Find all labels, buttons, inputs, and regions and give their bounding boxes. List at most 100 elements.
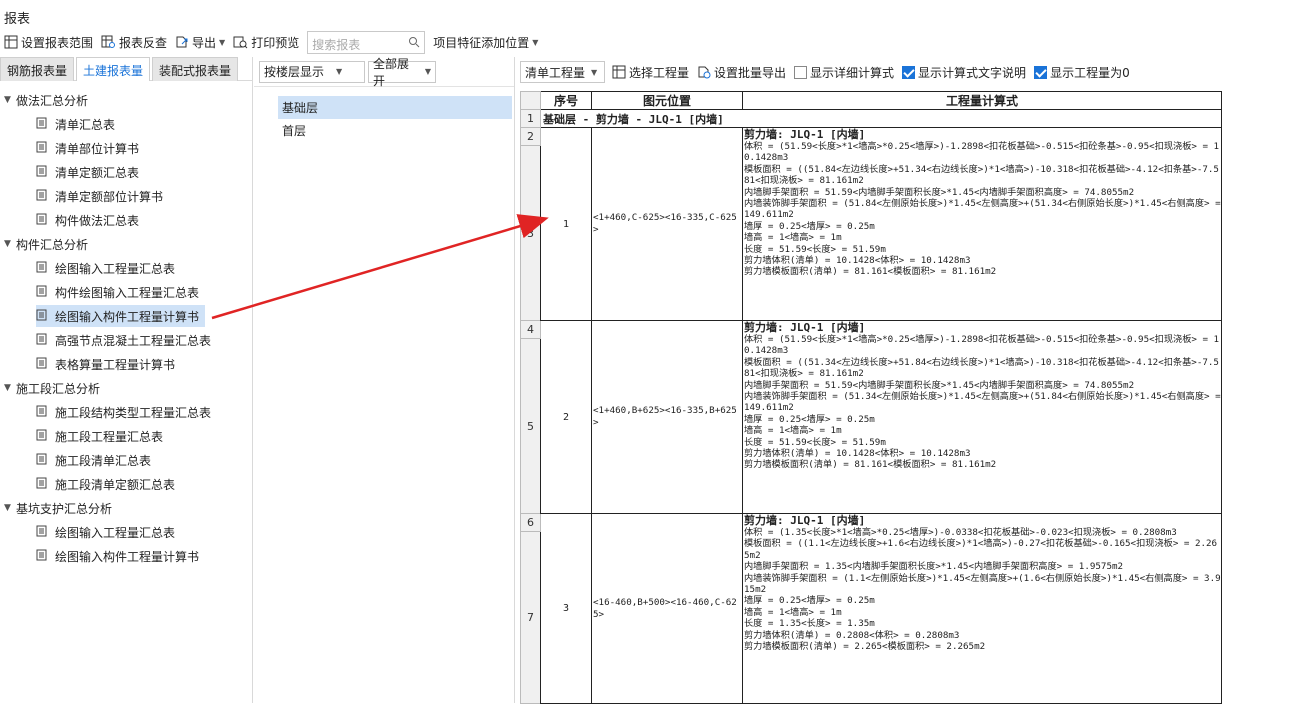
formula-line: 内墙装饰脚手架面积 = (51.34<左侧原始长度>)*1.45<左侧高度>+(… bbox=[744, 391, 1221, 414]
col-header-position: 图元位置 bbox=[591, 91, 743, 110]
tree-item-report[interactable]: 绘图输入工程量汇总表 bbox=[36, 257, 175, 279]
seq-cell[interactable]: 2 bbox=[540, 320, 592, 514]
tab-rebar-report[interactable]: 钢筋报表量 bbox=[0, 57, 75, 81]
main-toolbar: 设置报表范围 报表反查 导出 ▼ 打印预览 搜索报表 项目特征添加位置 ▼ bbox=[0, 29, 1311, 55]
tree-group[interactable]: ▼ 施工段汇总分析 bbox=[4, 377, 100, 399]
floor-mode-select[interactable]: 按楼层显示 ▼ bbox=[259, 60, 365, 83]
grid-icon bbox=[4, 35, 18, 49]
formula-cell[interactable]: 剪力墙: JLQ-1 [内墙] 体积 = (1.35<长度>*1<墙高>*0.25… bbox=[742, 513, 1222, 704]
formula-line: 剪力墙模板面积(清单) = 81.161<模板面积> = 81.161m2 bbox=[744, 459, 997, 471]
position-cell[interactable]: <1+460,B+625><16-335,B+625> bbox=[591, 320, 743, 514]
report-grid[interactable]: 序号 图元位置 工程量计算式 1 基础层 - 剪力墙 - JLQ-1 [内墙] … bbox=[520, 91, 1222, 704]
print-preview-button[interactable]: 打印预览 bbox=[229, 30, 303, 54]
chevron-down-icon: ▼ bbox=[336, 67, 343, 76]
chevron-down-icon: ▼ bbox=[219, 37, 226, 47]
print-preview-icon bbox=[233, 36, 248, 49]
chevron-down-icon: ▼ bbox=[532, 37, 539, 47]
tree-item-report[interactable]: 施工段工程量汇总表 bbox=[36, 425, 163, 447]
formula-line: 剪力墙体积(清单) = 10.1428<体积> = 10.1428m3 bbox=[744, 448, 971, 460]
chevron-down-icon: ▼ bbox=[424, 67, 431, 76]
show-zero-qty-checkbox[interactable]: 显示工程量为0 bbox=[1030, 60, 1134, 84]
show-detail-formula-checkbox[interactable]: 显示详细计算式 bbox=[790, 60, 898, 84]
report-doc-icon bbox=[36, 453, 47, 468]
tree-item-report[interactable]: 施工段清单汇总表 bbox=[36, 449, 151, 471]
caret-down-icon: ▼ bbox=[4, 383, 11, 393]
formula-line: 长度 = 51.59<长度> = 51.59m bbox=[744, 243, 886, 255]
formula-line: 剪力墙体积(清单) = 0.2808<体积> = 0.2808m3 bbox=[744, 629, 960, 641]
formula-line: 内墙脚手架面积 = 51.59<内墙脚手架面积长度>*1.45<内墙脚手架面积高… bbox=[744, 379, 1135, 391]
report-nav-panel: 钢筋报表量 土建报表量 装配式报表量 ▼ 做法汇总分析 清单汇总表 清单部位计算书 清单… bbox=[0, 57, 253, 703]
floor-item-foundation[interactable]: 基础层 bbox=[278, 96, 512, 119]
export-button[interactable]: 导出 ▼ bbox=[171, 30, 229, 54]
search-icon bbox=[409, 36, 420, 47]
formula-line: 内墙装饰脚手架面积 = (51.84<左侧原始长度>)*1.45<左侧高度>+(… bbox=[744, 198, 1221, 221]
seq-cell[interactable]: 1 bbox=[540, 127, 592, 321]
report-view-panel: 清单工程量 ▼ 选择工程量 设置批量导出 显示详细计算式 显示计算式文字说明 显示… bbox=[516, 57, 1311, 704]
set-report-range-button[interactable]: 设置报表范围 bbox=[0, 30, 97, 54]
floor-toolbar: 按楼层显示 ▼ 全部展开 ▼ bbox=[254, 57, 514, 88]
qty-type-select[interactable]: 清单工程量 ▼ bbox=[520, 61, 605, 83]
report-doc-icon bbox=[36, 261, 47, 276]
floor-list: 基础层 首层 bbox=[278, 96, 512, 142]
tree-group[interactable]: ▼ 基坑支护汇总分析 bbox=[4, 497, 112, 519]
tree-item-report[interactable]: 绘图输入构件工程量计算书 bbox=[36, 545, 199, 567]
batch-export-button[interactable]: 设置批量导出 bbox=[693, 60, 790, 84]
formula-line: 内墙脚手架面积 = 1.35<内墙脚手架面积长度>*1.45<内墙脚手架面积高度… bbox=[744, 561, 1124, 573]
report-doc-icon bbox=[36, 333, 47, 348]
formula-line: 体积 = (51.59<长度>*1<墙高>*0.25<墙厚>)-1.2898<扣… bbox=[744, 334, 1220, 357]
seq-cell[interactable]: 3 bbox=[540, 513, 592, 704]
formula-line: 墙高 = 1<墙高> = 1m bbox=[744, 606, 842, 618]
reverse-check-button[interactable]: 报表反查 bbox=[97, 30, 171, 54]
row-header-corner bbox=[520, 91, 541, 110]
tree-item-report[interactable]: 构件绘图输入工程量汇总表 bbox=[36, 281, 199, 303]
tree-item-report[interactable]: 绘图输入构件工程量计算书 bbox=[36, 305, 206, 327]
tree-item-report[interactable]: 表格算量工程量计算书 bbox=[36, 353, 175, 375]
tab-civil-report[interactable]: 土建报表量 bbox=[76, 57, 151, 81]
formula-line: 墙高 = 1<墙高> = 1m bbox=[744, 232, 842, 244]
formula-cell[interactable]: 剪力墙: JLQ-1 [内墙] 体积 = (51.59<长度>*1<墙高>*0.2… bbox=[742, 320, 1222, 514]
tree-item-report[interactable]: 清单定额部位计算书 bbox=[36, 185, 163, 207]
tree-item-report[interactable]: 清单部位计算书 bbox=[36, 137, 139, 159]
formula-line: 墙厚 = 0.25<墙厚> = 0.25m bbox=[744, 220, 875, 232]
position-cell[interactable]: <16-460,B+500><16-460,C-625> bbox=[591, 513, 743, 704]
expand-mode-select[interactable]: 全部展开 ▼ bbox=[368, 57, 436, 88]
col-header-formula: 工程量计算式 bbox=[742, 91, 1222, 110]
report-doc-icon bbox=[36, 549, 47, 564]
table-search-icon bbox=[101, 35, 116, 48]
floor-item-first[interactable]: 首层 bbox=[278, 119, 512, 142]
formula-cell[interactable]: 剪力墙: JLQ-1 [内墙] 体积 = (51.59<长度>*1<墙高>*0.2… bbox=[742, 127, 1222, 321]
formula-line: 墙厚 = 0.25<墙厚> = 0.25m bbox=[744, 595, 875, 607]
feature-position-dropdown[interactable]: 项目特征添加位置 ▼ bbox=[429, 30, 542, 54]
report-doc-icon bbox=[36, 189, 47, 204]
report-doc-icon bbox=[36, 429, 47, 444]
tree-item-report[interactable]: 构件做法汇总表 bbox=[36, 209, 139, 231]
formula-line: 剪力墙模板面积(清单) = 81.161<模板面积> = 81.161m2 bbox=[744, 266, 997, 278]
row-number: 4 bbox=[520, 320, 541, 339]
tree-item-report[interactable]: 清单汇总表 bbox=[36, 113, 115, 135]
caret-down-icon: ▼ bbox=[4, 95, 11, 105]
report-doc-icon bbox=[36, 165, 47, 180]
report-doc-icon bbox=[36, 477, 47, 492]
row-number: 5 bbox=[520, 338, 541, 514]
export-icon bbox=[176, 36, 188, 48]
caret-down-icon: ▼ bbox=[4, 503, 11, 513]
tab-prefab-report[interactable]: 装配式报表量 bbox=[152, 57, 239, 81]
tree-item-report[interactable]: 施工段结构类型工程量汇总表 bbox=[36, 401, 211, 423]
tree-item-report[interactable]: 清单定额汇总表 bbox=[36, 161, 139, 183]
select-qty-button[interactable]: 选择工程量 bbox=[608, 60, 693, 84]
tree-item-report[interactable]: 高强节点混凝土工程量汇总表 bbox=[36, 329, 211, 351]
tree-group[interactable]: ▼ 做法汇总分析 bbox=[4, 89, 88, 111]
report-type-tabs: 钢筋报表量 土建报表量 装配式报表量 bbox=[0, 57, 252, 81]
report-doc-icon bbox=[36, 117, 47, 132]
report-search-input[interactable]: 搜索报表 bbox=[307, 30, 426, 54]
show-formula-text-checkbox[interactable]: 显示计算式文字说明 bbox=[898, 60, 1030, 84]
tree-item-report[interactable]: 绘图输入工程量汇总表 bbox=[36, 521, 175, 543]
tree-group[interactable]: ▼ 构件汇总分析 bbox=[4, 233, 88, 255]
formula-line: 体积 = (1.35<长度>*1<墙高>*0.25<墙厚>)-0.0338<扣花… bbox=[744, 527, 1177, 538]
formula-line: 模板面积 = ((1.1<左边线长度>+1.6<右边线长度>)*1<墙高>)-0… bbox=[744, 538, 1218, 561]
position-cell[interactable]: <1+460,C-625><16-335,C-625> bbox=[591, 127, 743, 321]
tree-item-report[interactable]: 施工段清单定额汇总表 bbox=[36, 473, 175, 495]
batch-export-icon bbox=[698, 66, 711, 79]
chevron-down-icon: ▼ bbox=[591, 67, 598, 77]
checkbox-checked-icon bbox=[1034, 65, 1048, 79]
